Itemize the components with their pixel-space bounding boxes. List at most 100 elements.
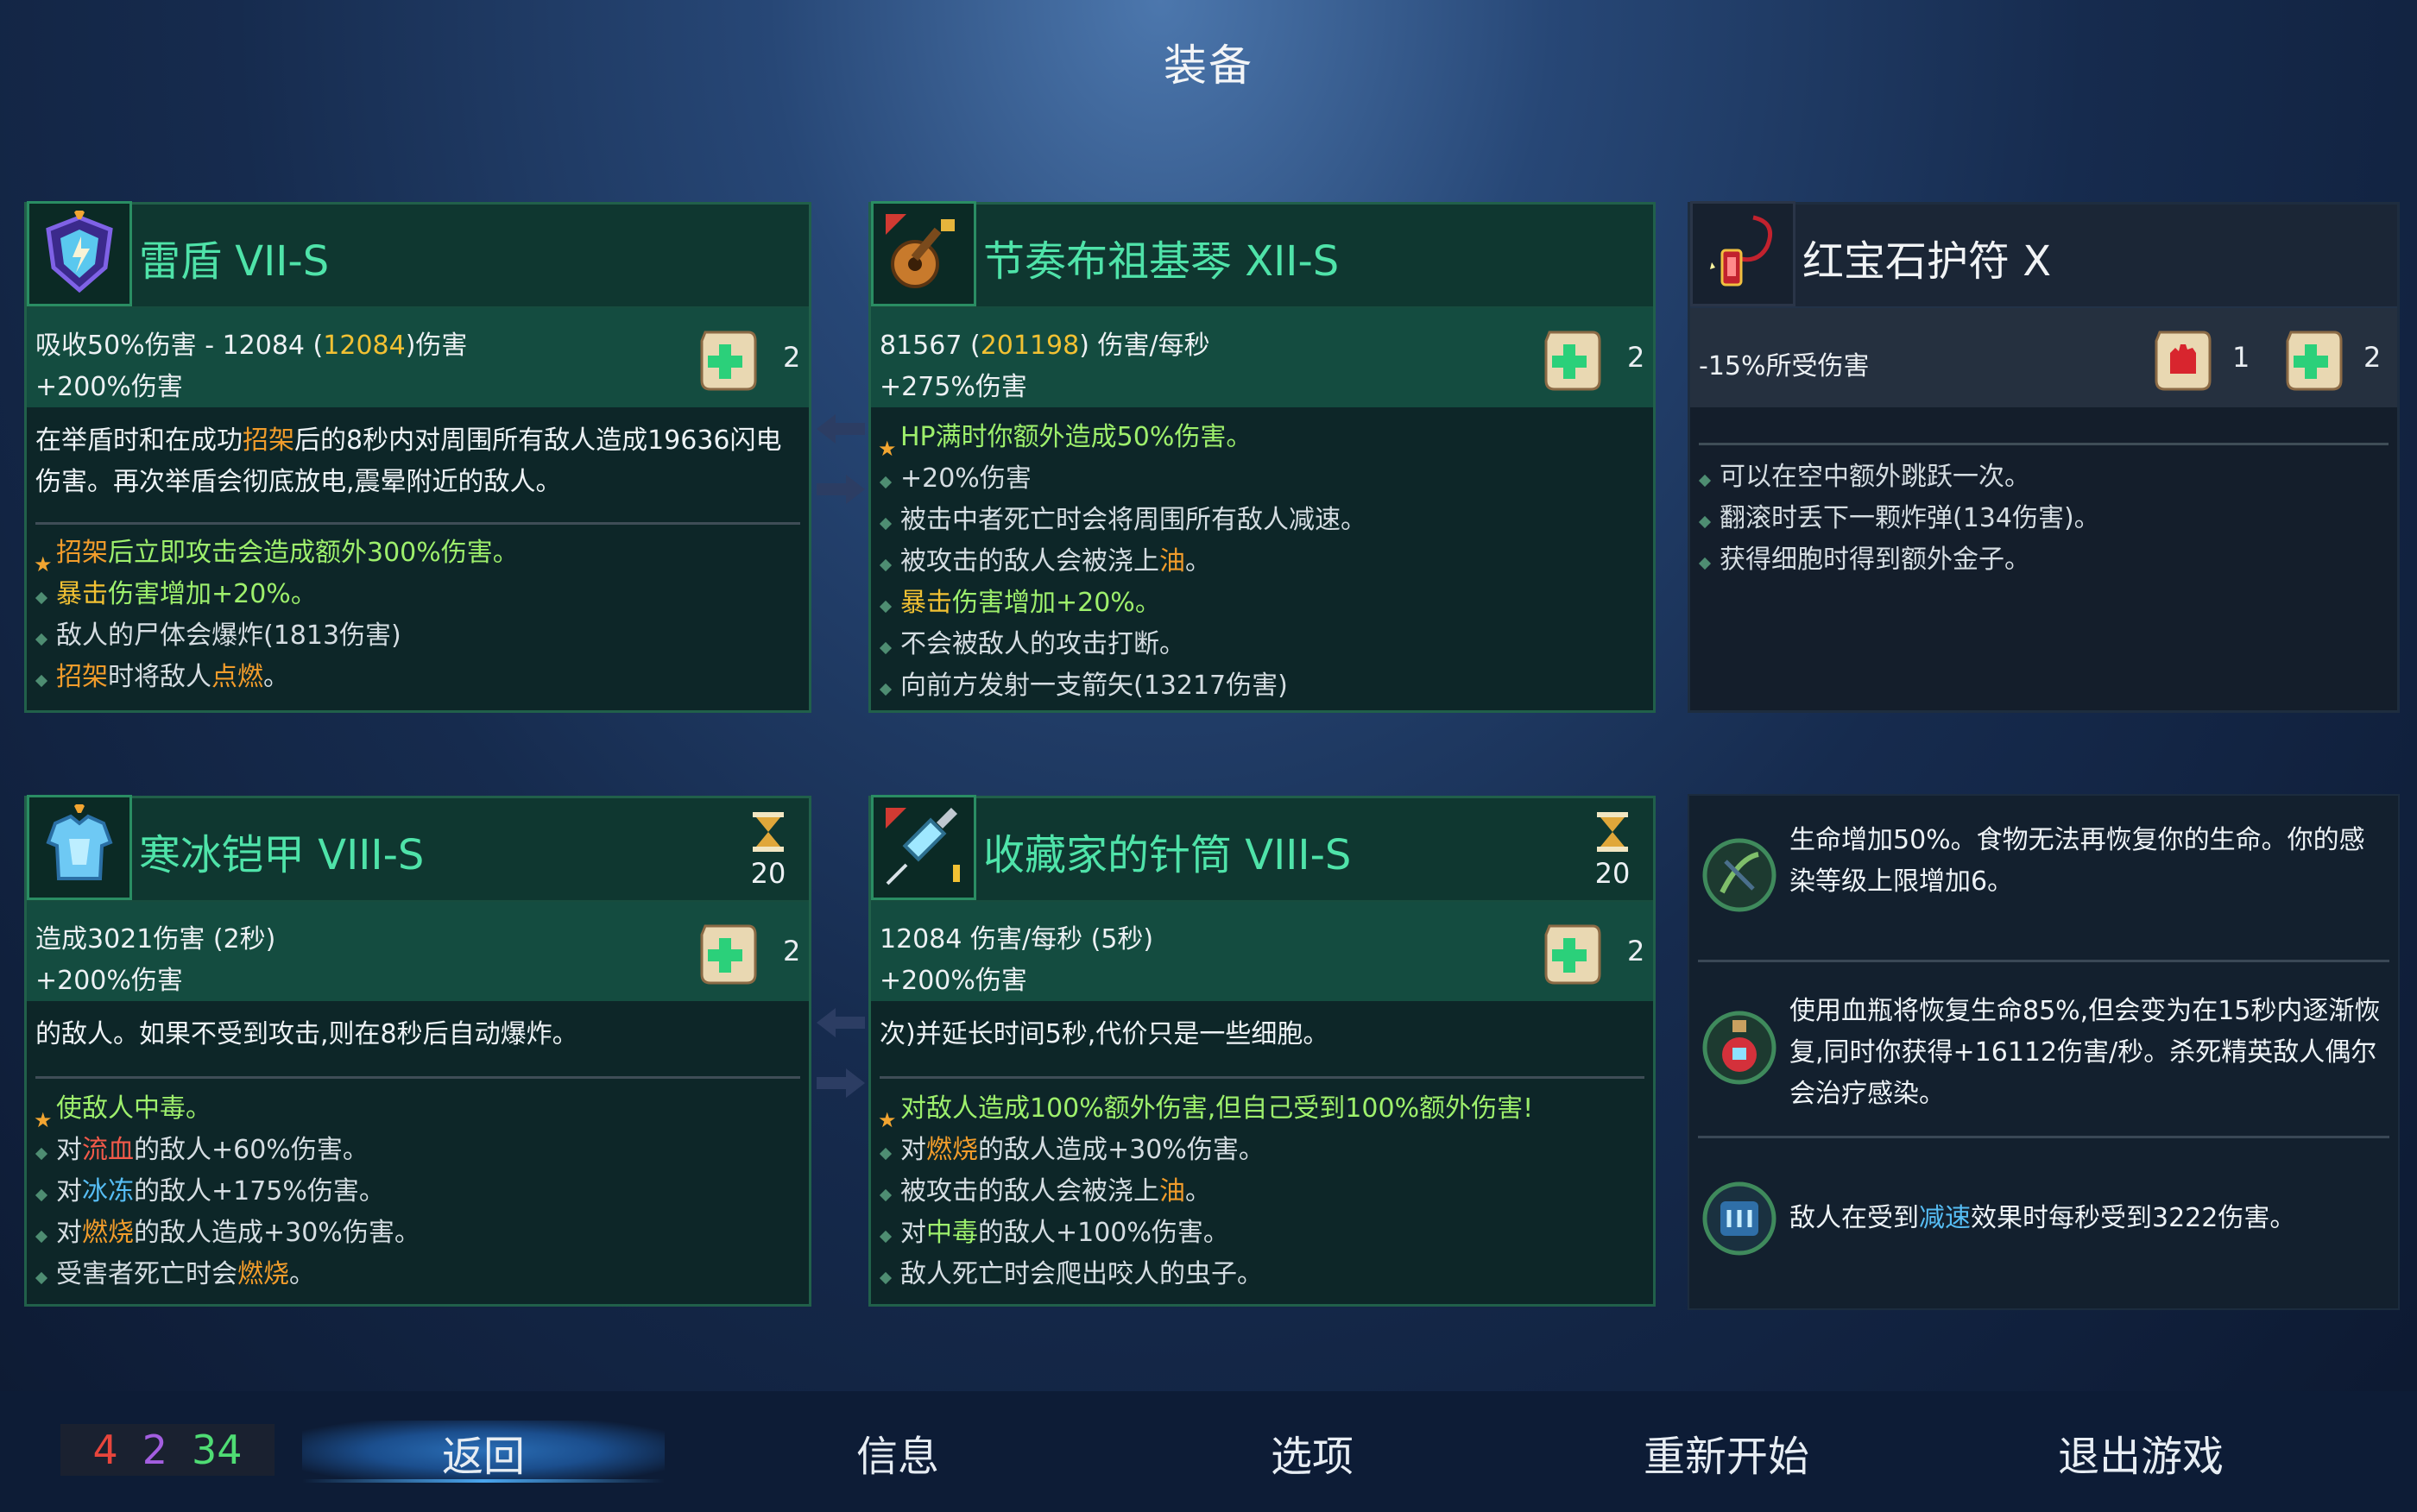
divider xyxy=(1698,960,2389,962)
text-segment: 。 xyxy=(1185,1176,1211,1206)
bullet-diamond-icon xyxy=(879,558,893,572)
affix-list: ★ 招架后立即攻击会造成额外300%伤害。 暴击伤害增加+20%。 敌人的尸体会爆炸(… xyxy=(34,532,800,698)
text-segment: 效果时每秒受到3222伤害。 xyxy=(1971,1203,2296,1233)
affix-item: 对流血的敌人+60%伤害。 xyxy=(34,1130,800,1171)
bouzouki-icon xyxy=(871,201,976,306)
text-segment: 油 xyxy=(1159,546,1185,576)
text-segment: 暴击 xyxy=(900,588,952,618)
item-name: 红宝石护符 X xyxy=(1802,237,2052,286)
back-button[interactable]: 返回 xyxy=(302,1422,665,1483)
blood-flask-icon xyxy=(1702,1011,1776,1085)
text-segment: 次)并延长时间5秒,代价只是一些细胞。 xyxy=(880,1019,1329,1049)
text-segment: 不会被敌人的攻击打断。 xyxy=(900,629,1185,659)
equipment-card-ruby-amulet[interactable]: 红宝石护符 X -15%所受伤害 1 2 可以在空中额外跳跃一次。 翻滚时丢下一颗… xyxy=(1688,201,2400,713)
text-segment: 。 xyxy=(289,1259,315,1289)
cooldown-seconds: 20 xyxy=(750,857,786,890)
text-segment: 点燃 xyxy=(211,662,263,692)
info-button[interactable]: 信息 xyxy=(725,1422,1070,1483)
bullet-diamond-icon xyxy=(35,674,48,688)
item-damage-bonus: +200%伤害 xyxy=(35,966,183,996)
brutality-count: 4 xyxy=(92,1427,118,1473)
affix-item: ★ HP满时你额外造成50%伤害。 xyxy=(878,417,1644,461)
text-segment: 敌人死亡时会爬出咬人的虫子。 xyxy=(900,1259,1263,1289)
ruby-amulet-icon xyxy=(1690,201,1795,306)
equipment-card-bouzouki[interactable]: 节奏布祖基琴 XII-S 81567 (201198) 伤害/每秒 +275%伤… xyxy=(868,201,1656,713)
text-segment: 招架 xyxy=(243,425,294,456)
text-segment: 生命增加50%。食物无法再恢复你的生命。你的感染等级上限增加6。 xyxy=(1789,825,2365,897)
text-segment: 。 xyxy=(263,662,289,692)
bullet-diamond-icon xyxy=(35,1188,48,1202)
bullet-diamond-icon xyxy=(879,1230,893,1244)
text-segment: 的敌人造成+30%伤害。 xyxy=(134,1218,420,1248)
restart-button[interactable]: 重新开始 xyxy=(1554,1422,1899,1483)
text-segment: 燃烧 xyxy=(237,1259,289,1289)
mutation-entry[interactable]: 生命增加50%。食物无法再恢复你的生命。你的感染等级上限增加6。 xyxy=(1693,820,2389,967)
item-damage-bonus: +200%伤害 xyxy=(880,966,1027,996)
quit-game-button[interactable]: 退出游戏 xyxy=(1968,1422,2313,1483)
affix-item: 可以在空中额外跳跃一次。 xyxy=(1697,457,2389,498)
item-name: 寒冰铠甲 VIII-S xyxy=(139,831,425,879)
affix-item: 获得细胞时得到额外金子。 xyxy=(1697,539,2389,581)
affix-item: 暴击伤害增加+20%。 xyxy=(878,583,1644,624)
text-segment: 减速 xyxy=(1919,1203,1971,1233)
item-damage-bonus: +275%伤害 xyxy=(880,372,1027,402)
swap-left-arrow-icon[interactable] xyxy=(815,411,867,447)
text-segment: 。 xyxy=(1185,546,1211,576)
item-stat-line: 81567 (201198) 伤害/每秒 xyxy=(880,331,1210,361)
bullet-diamond-icon xyxy=(35,1271,48,1285)
swap-right-arrow-icon[interactable] xyxy=(815,471,867,507)
item-description: 次)并延长时间5秒,代价只是一些细胞。 xyxy=(880,1014,1638,1055)
text-segment: +20%伤害 xyxy=(900,463,1032,494)
cooldown-seconds: 20 xyxy=(1594,857,1631,890)
affix-item: 对冰冻的敌人+175%伤害。 xyxy=(34,1171,800,1213)
mutation-entry[interactable]: 敌人在受到减速效果时每秒受到3222伤害。 xyxy=(1693,1175,2389,1288)
options-button[interactable]: 选项 xyxy=(1139,1422,1485,1483)
affix-item: ★ 对敌人造成100%额外伤害,但自己受到100%额外伤害! xyxy=(878,1088,1644,1132)
text-segment: 翻滚时丢下一颗炸弹(134伤害)。 xyxy=(1720,503,2100,533)
text-segment: 后立即攻击会造成额外300%伤害。 xyxy=(108,538,519,568)
divider xyxy=(880,1076,1644,1079)
mutation-description: 使用血瓶将恢复生命85%,但会变为在15秒内逐渐恢复,同时你获得+16112伤害… xyxy=(1789,991,2389,1115)
bullet-diamond-icon xyxy=(35,1147,48,1161)
vine-rune-icon xyxy=(1702,838,1776,912)
text-segment: 对 xyxy=(900,1218,926,1248)
text-segment: 招架 xyxy=(56,538,108,568)
power-scroll-icon xyxy=(1544,331,1601,391)
text-segment: 的敌人。如果不受到攻击,则在8秒后自动爆炸。 xyxy=(35,1019,578,1049)
affix-item: 不会被敌人的攻击打断。 xyxy=(878,624,1644,665)
equipment-card-thunder-shield[interactable]: 雷盾 VII-S 吸收50%伤害 - 12084 (12084)伤害 +200%… xyxy=(24,201,811,713)
bullet-diamond-icon xyxy=(1698,515,1712,529)
bullet-diamond-icon xyxy=(879,1147,893,1161)
affix-item: 敌人死亡时会爬出咬人的虫子。 xyxy=(878,1254,1644,1295)
swap-right-arrow-icon[interactable] xyxy=(815,1065,867,1101)
swap-left-arrow-icon[interactable] xyxy=(815,1005,867,1041)
syringe-icon xyxy=(871,795,976,900)
mutation-description: 生命增加50%。食物无法再恢复你的生命。你的感染等级上限增加6。 xyxy=(1789,820,2389,903)
text-segment: 的敌人+175%伤害。 xyxy=(134,1176,385,1206)
mutation-entry[interactable]: 使用血瓶将恢复生命85%,但会变为在15秒内逐渐恢复,同时你获得+16112伤害… xyxy=(1693,991,2389,1129)
equipment-card-syringe[interactable]: 收藏家的针筒 VIII-S 20 12084 伤害/每秒 (5秒) +200%伤… xyxy=(868,795,1656,1307)
text-segment: 暴击 xyxy=(56,579,108,609)
text-segment: 对 xyxy=(56,1135,82,1165)
bullet-diamond-icon xyxy=(879,517,893,531)
text-segment: 的敌人造成+30%伤害。 xyxy=(978,1135,1265,1165)
affix-item: ★ 招架后立即攻击会造成额外300%伤害。 xyxy=(34,532,800,576)
text-segment: 时将敌人 xyxy=(108,662,211,692)
hourglass-icon xyxy=(753,812,784,852)
equipment-card-ice-armor[interactable]: 寒冰铠甲 VIII-S 20 造成3021伤害 (2秒) +200%伤害 2 的… xyxy=(24,795,811,1307)
affix-item: ★ 使敌人中毒。 xyxy=(34,1088,800,1132)
scroll-count: 2 xyxy=(2363,341,2382,374)
text-segment: HP满时你额外造成50%伤害。 xyxy=(900,422,1253,452)
survival-count: 34 xyxy=(192,1427,243,1473)
affix-item: 向前方发射一支箭矢(13217伤害) xyxy=(878,665,1644,707)
affix-item: 暴击伤害增加+20%。 xyxy=(34,574,800,615)
text-segment: 。 xyxy=(186,1093,211,1124)
affix-item: 对燃烧的敌人造成+30%伤害。 xyxy=(34,1213,800,1254)
affix-item: 被击中者死亡时会将周围所有敌人减速。 xyxy=(878,500,1644,541)
hourglass-icon xyxy=(1597,812,1628,852)
affix-item: 招架时将敌人点燃。 xyxy=(34,657,800,698)
scroll-count: 1 xyxy=(2232,341,2250,374)
text-segment: 冰冻 xyxy=(82,1176,134,1206)
text-segment: 对 xyxy=(900,1135,926,1165)
affix-item: 敌人的尸体会爆炸(1813伤害) xyxy=(34,615,800,657)
